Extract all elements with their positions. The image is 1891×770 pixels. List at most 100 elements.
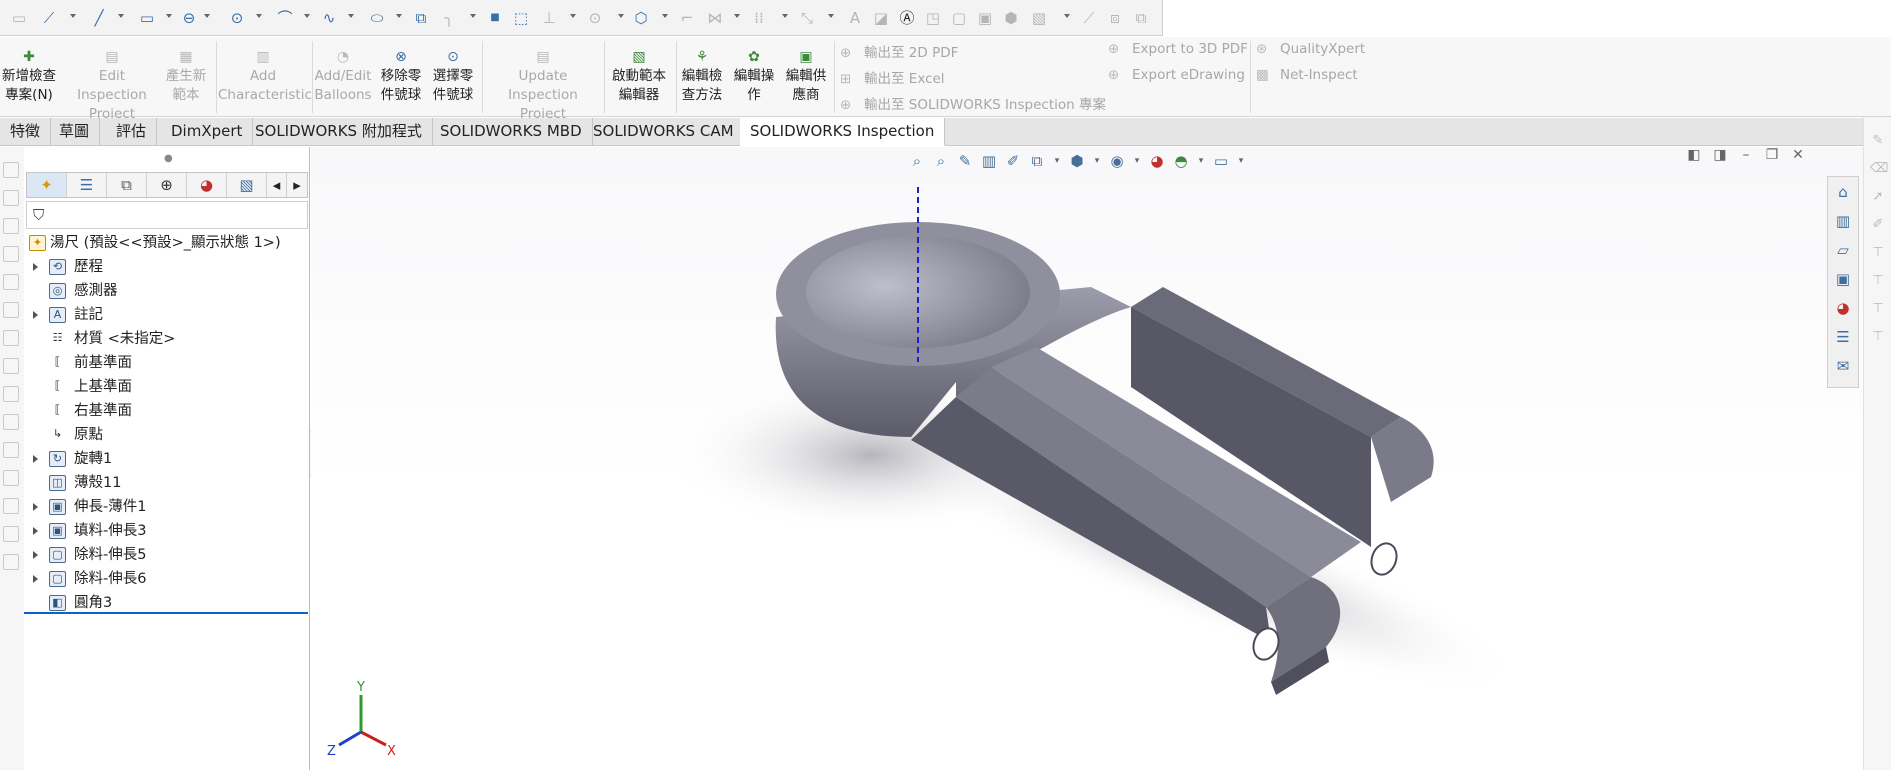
toolbar-icon[interactable] [3,218,19,234]
add-characteristic-button[interactable]: ▥ Add Characteristic [218,47,312,105]
dimension-icon[interactable]: ◪ [872,9,890,27]
tab-addins[interactable]: SOLIDWORKS 附加程式 [245,118,433,146]
chevron-down-icon[interactable] [618,14,624,18]
feature-filter[interactable]: ⛉ [26,201,308,229]
3d-sketch-icon[interactable]: ⧉ [412,9,430,27]
expand-arrow-icon[interactable] [33,527,38,535]
coordinate-triad[interactable]: Y X Z [321,677,401,757]
chevron-down-icon[interactable] [304,14,310,18]
appearances-icon[interactable]: ◕ [1832,297,1854,319]
new-inspection-project-button[interactable]: ✚ 新增檢查 專案(N) [0,47,58,105]
export-2d-pdf-button[interactable]: ⊕ 輸出至 2D PDF [840,41,958,61]
3d-model-spoon[interactable] [311,147,1861,770]
toolbar-icon[interactable] [3,526,19,542]
tree-item-extrude-thin1[interactable]: ▣ 伸長-薄件1 [24,496,308,518]
convert-entities-icon[interactable]: ⬡ [632,9,650,27]
rapid-sketch-icon[interactable]: ▣ [976,9,994,27]
wrap-icon[interactable]: ⧈ [1106,9,1124,27]
move-entities-icon[interactable]: ⁞⁞ [750,9,768,27]
scroll-left-icon[interactable]: ◂ [267,173,287,197]
chevron-down-icon[interactable] [782,14,788,18]
eraser-icon[interactable]: ⌫ [1870,161,1888,177]
text-icon[interactable]: A [846,9,864,27]
chevron-down-icon[interactable] [470,14,476,18]
tree-item-revolve1[interactable]: ↻ 旋轉1 [24,448,308,470]
circle-icon[interactable]: ⊙ [228,9,246,27]
sketch-picture-icon[interactable]: ▧ [1030,9,1048,27]
launch-template-editor-button[interactable]: ▧ 啟動範本 編輯器 [606,47,672,105]
layout-icon[interactable]: ⊤ [1870,273,1886,289]
qualityxpert-button[interactable]: ⊛ QualityXpert [1256,41,1365,57]
centerline-icon[interactable]: ⬚ [512,9,530,27]
tree-item-top-plane[interactable]: ⟦ 上基準面 [24,376,308,398]
quick-snaps-icon[interactable]: ▢ [950,9,968,27]
toolbar-icon[interactable] [3,330,19,346]
tree-item-front-plane[interactable]: ⟦ 前基準面 [24,352,308,374]
tree-item-boss-extrude3[interactable]: ▣ 填料-伸長3 [24,520,308,542]
expand-arrow-icon[interactable] [33,575,38,583]
toolbar-icon[interactable] [3,302,19,318]
collapse-handle[interactable]: ● [164,153,173,164]
graphics-area[interactable]: ⌕ ⌕ ✎ ▥ ✐ ⧉ ▾ ⬢ ▾ ◉ ▾ ◕ ◓ ▾ ▭ ▾ ◧ ◨ – ❐ ✕ [311,147,1891,770]
chevron-down-icon[interactable] [166,14,172,18]
spline-icon[interactable]: ∿ [320,9,338,27]
polygon-icon[interactable]: ⊙ [586,9,604,27]
chevron-down-icon[interactable] [570,14,576,18]
add-edit-balloons-button[interactable]: ◔ Add/Edit Balloons [314,47,372,105]
tab-features[interactable]: 特徵 [0,118,52,146]
edit-inspection-project-button[interactable]: ▤ Edit Inspection Project [64,47,160,124]
scroll-right-icon[interactable]: ▸ [287,173,307,197]
file-explorer-icon[interactable]: ▱ [1832,239,1854,261]
toolbar-icon[interactable] [3,414,19,430]
home-icon[interactable]: ⌂ [1832,181,1854,203]
tree-item-history[interactable]: ⟲ 歷程 [24,256,308,278]
view-palette-icon[interactable]: ▣ [1832,268,1854,290]
edit-vendor-button[interactable]: ▣ 編輯供 應商 [782,47,830,105]
chevron-down-icon[interactable] [734,14,740,18]
toolbar-icon[interactable] [3,386,19,402]
layout-icon[interactable]: ⊤ [1870,301,1886,317]
chevron-down-icon[interactable] [118,14,124,18]
chevron-down-icon[interactable] [204,14,210,18]
toolbar-icon[interactable] [3,498,19,514]
layout-icon[interactable]: ⊤ [1870,245,1886,261]
tree-item-right-plane[interactable]: ⟦ 右基準面 [24,400,308,422]
cam-tab-icon[interactable]: ▧ [227,173,267,197]
configuration-manager-tab-icon[interactable]: ⧉ [107,173,147,197]
edit-operation-button[interactable]: ✿ 編輯操 作 [730,47,778,105]
instant2d-icon[interactable]: Ⓐ [898,9,916,27]
chevron-down-icon[interactable] [1064,14,1070,18]
tree-item-shell11[interactable]: ◫ 薄殼11 [24,472,308,494]
layer-icon[interactable]: ⧉ [1132,9,1150,27]
pencil-icon[interactable]: ✎ [1870,133,1886,149]
mirror-icon[interactable]: ⋈ [706,9,724,27]
tab-dimxpert[interactable]: DimXpert [161,118,254,146]
export-excel-button[interactable]: ⊞ 輸出至 Excel [840,67,945,87]
chevron-down-icon[interactable] [70,14,76,18]
tree-item-origin[interactable]: ↳ 原點 [24,424,308,446]
edit-inspection-method-button[interactable]: ⚘ 編輯檢 查方法 [678,47,726,105]
slot-icon[interactable]: ⊖ [180,9,198,27]
tree-item-cut-extrude5[interactable]: ▢ 除料-伸長5 [24,544,308,566]
chevron-down-icon[interactable] [396,14,402,18]
tab-sketch[interactable]: 草圖 [49,118,101,146]
display-manager-tab-icon[interactable]: ◕ [187,173,227,197]
tab-cam[interactable]: SOLIDWORKS CAM [583,118,745,146]
tree-item-fillet3[interactable]: ◧ 圓角3 [24,592,308,614]
toolbar-icon[interactable] [3,554,19,570]
tree-item-annotations[interactable]: A 註記 [24,304,308,326]
sketch-icon[interactable]: ▭ [10,9,28,27]
toolbar-icon[interactable] [3,358,19,374]
chevron-down-icon[interactable] [348,14,354,18]
tree-item-cut-extrude6[interactable]: ▢ 除料-伸長6 [24,568,308,590]
select-balloon-button[interactable]: ⊙ 選擇零 件號球 [428,47,478,105]
design-library-icon[interactable]: ▥ [1832,210,1854,232]
update-inspection-project-button[interactable]: ▤ Update Inspection Project [484,47,602,124]
rectangle-icon[interactable]: ▭ [138,9,156,27]
arc-icon[interactable]: ⌒ [276,9,294,27]
remove-balloon-button[interactable]: ⊗ 移除零 件號球 [376,47,426,105]
export-sw-inspection-button[interactable]: ⊕ 輸出至 SOLIDWORKS Inspection 專案 [840,93,1106,113]
line-icon[interactable]: ╱ [90,9,108,27]
export-3d-pdf-button[interactable]: ⊕ Export to 3D PDF [1108,41,1248,57]
clip-icon[interactable]: ⟋ [1080,9,1098,27]
